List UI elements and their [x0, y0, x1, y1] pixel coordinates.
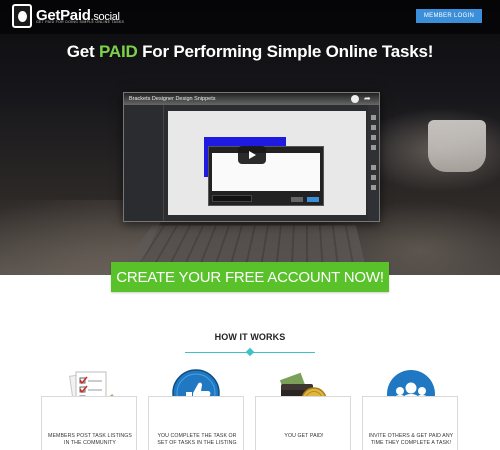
- video-player[interactable]: Brackets Designer Design Snippets ➦: [123, 92, 380, 222]
- step-card-4: INVITE OTHERS & GET PAID ANY TIME THEY C…: [362, 396, 458, 450]
- step-caption: MEMBERS POST TASK LISTINGS IN THE COMMUN…: [48, 433, 132, 446]
- how-it-works-title: HOW IT WORKS: [214, 332, 286, 342]
- step-card-2: YOU COMPLETE THE TASK OR SET OF TASKS IN…: [148, 396, 244, 450]
- thumbnail-dialog-field: [212, 195, 252, 202]
- background-mug: [428, 120, 486, 172]
- thumbnail-dialog-body: [212, 153, 320, 191]
- video-title[interactable]: Brackets Designer Design Snippets: [129, 96, 216, 102]
- thumbnail-dialog: [208, 146, 324, 206]
- headline-accent: PAID: [98, 42, 138, 61]
- create-account-button[interactable]: CREATE YOUR FREE ACCOUNT NOW!: [111, 262, 389, 292]
- logo-icon: [12, 4, 32, 28]
- divider-diamond-icon: [245, 347, 255, 357]
- thumbnail-dialog-cancel: [291, 197, 303, 202]
- logo-tagline: GET PAID FOR DOING SIMPLE ONLINE TASKS: [36, 20, 125, 24]
- toolbar-square: [371, 145, 376, 150]
- headline-post: For Performing Simple Online Tasks!: [137, 42, 434, 61]
- logo[interactable]: GetPaid.social: [12, 4, 120, 28]
- member-login-button[interactable]: MEMBER LOGIN: [416, 9, 482, 23]
- step-card-1: MEMBERS POST TASK LISTINGS IN THE COMMUN…: [41, 396, 137, 450]
- page-headline: Get PAID For Performing Simple Online Ta…: [0, 42, 500, 62]
- headline-pre: Get: [66, 42, 99, 61]
- thumbnail-toolbar: [368, 105, 379, 221]
- toolbar-square: [371, 115, 376, 120]
- watch-later-icon[interactable]: [351, 95, 359, 103]
- thumbnail-dialog-ok: [307, 197, 319, 202]
- toolbar-square: [371, 135, 376, 140]
- background-keyboard: [125, 225, 365, 264]
- step-caption: YOU GET PAID!: [284, 433, 324, 439]
- share-icon[interactable]: ➦: [364, 94, 371, 103]
- step-card-3: YOU GET PAID!: [255, 396, 351, 450]
- toolbar-square: [371, 125, 376, 130]
- thumbnail-sidebar: [124, 105, 164, 221]
- step-caption: YOU COMPLETE THE TASK OR SET OF TASKS IN…: [157, 433, 237, 446]
- thumbnail-canvas: [168, 111, 366, 215]
- step-caption: INVITE OTHERS & GET PAID ANY TIME THEY C…: [368, 433, 454, 446]
- toolbar-square: [371, 175, 376, 180]
- video-title-bar: Brackets Designer Design Snippets ➦: [124, 93, 379, 105]
- toolbar-square: [371, 165, 376, 170]
- play-icon[interactable]: [238, 146, 266, 164]
- toolbar-square: [371, 185, 376, 190]
- hero-section: GetPaid.social GET PAID FOR DOING SIMPLE…: [0, 0, 500, 275]
- top-bar: GetPaid.social GET PAID FOR DOING SIMPLE…: [0, 0, 500, 34]
